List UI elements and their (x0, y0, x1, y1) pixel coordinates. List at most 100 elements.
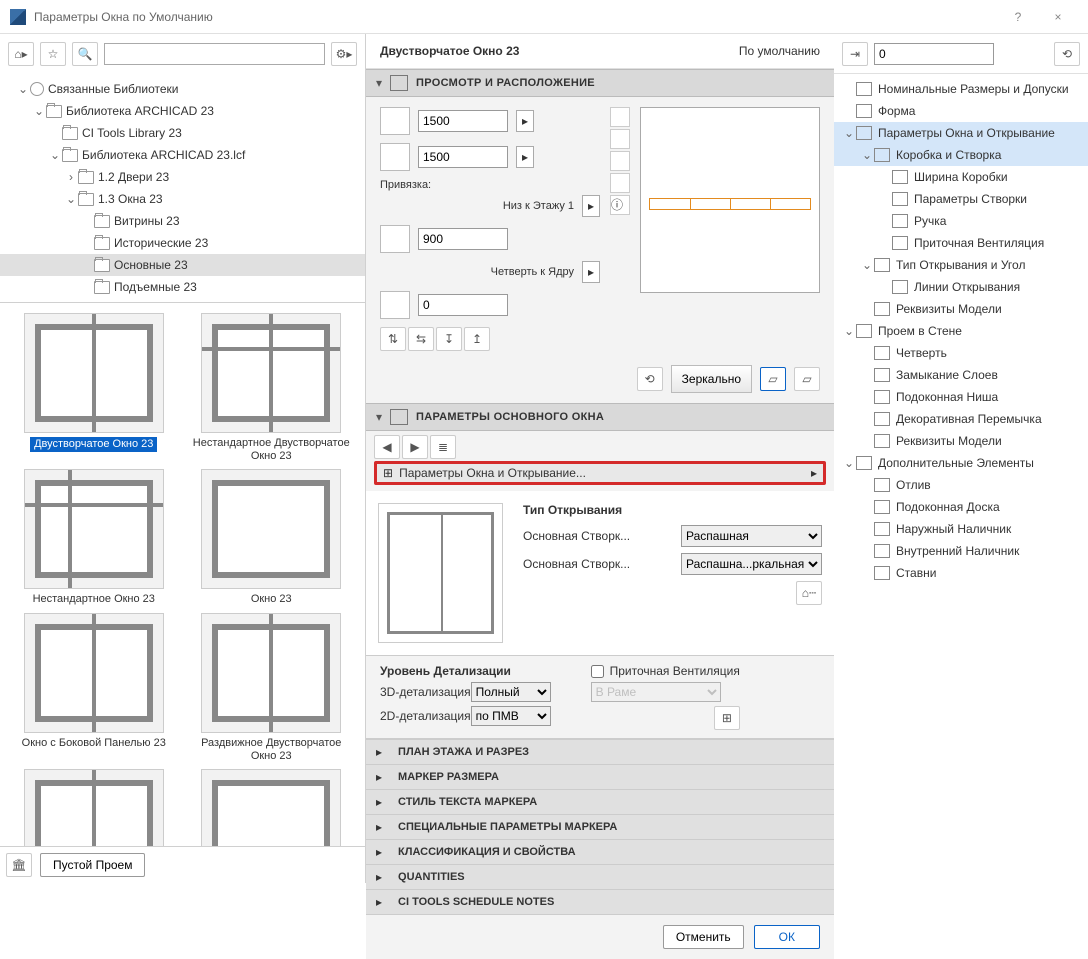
tree-twisty[interactable]: ⌄ (48, 148, 62, 162)
blank-opening-icon[interactable]: 🏛 (6, 853, 32, 877)
search-input[interactable] (104, 43, 325, 65)
param-row[interactable]: Ставни (834, 562, 1088, 584)
tree-twisty[interactable]: ⌄ (16, 82, 30, 96)
library-tree[interactable]: ⌄Связанные Библиотеки⌄Библиотека ARCHICA… (0, 74, 365, 303)
mirror-button[interactable]: Зеркально (671, 365, 752, 393)
vent-detail-button[interactable]: ⊞ (714, 706, 740, 730)
mirror-icon[interactable]: ⟲ (637, 367, 663, 391)
axon-button-1[interactable]: ▱ (760, 367, 786, 391)
parameter-tree[interactable]: Номинальные Размеры и ДопускиФорма⌄Парам… (834, 74, 1088, 883)
param-row[interactable]: Подоконная Доска (834, 496, 1088, 518)
thumbnail-panel[interactable]: Двустворчатое Окно 23Нестандартное Двуст… (0, 303, 365, 846)
param-row[interactable]: ⌄Тип Открывания и Угол (834, 254, 1088, 276)
cancel-button[interactable]: Отменить (663, 925, 744, 949)
blank-opening-button[interactable]: Пустой Проем (40, 853, 145, 877)
param-row[interactable]: Подоконная Ниша (834, 386, 1088, 408)
anchor-mode-button[interactable]: ▸ (582, 195, 600, 217)
flip-icon-4[interactable]: ↥ (464, 327, 490, 351)
tree-twisty[interactable]: ⌄ (64, 192, 78, 206)
flip-icon-1[interactable]: ⇅ (380, 327, 406, 351)
param-row[interactable]: Параметры Створки (834, 188, 1088, 210)
reveal-input[interactable] (418, 294, 508, 316)
width-input[interactable] (418, 110, 508, 132)
param-row[interactable]: Четверть (834, 342, 1088, 364)
thumbnail-cell[interactable]: Нестандартное Двустворчатое Окно 23 (188, 313, 356, 463)
help-button[interactable]: ? (998, 0, 1038, 34)
collapsed-section-head[interactable]: ▸МАРКЕР РАЗМЕРА (366, 764, 834, 789)
preview-mode-2[interactable] (610, 129, 630, 149)
flip-icon-3[interactable]: ↧ (436, 327, 462, 351)
param-row[interactable]: Реквизиты Модели (834, 298, 1088, 320)
tree-twisty[interactable]: ⌄ (842, 126, 856, 140)
thumbnail-cell[interactable]: Нестандартное Окно 23 (10, 469, 178, 606)
nav-fwd-button[interactable]: ▶ (402, 435, 428, 459)
thumbnail-cell[interactable]: Раздвижное Двустворчатое Окно 23 (188, 613, 356, 763)
param-row[interactable]: ⌄Параметры Окна и Открывание (834, 122, 1088, 144)
right-num-input[interactable] (874, 43, 994, 65)
close-button[interactable]: × (1038, 0, 1078, 34)
vent-checkbox-row[interactable]: Приточная Вентиляция (591, 664, 740, 678)
param-row[interactable]: Декоративная Перемычка (834, 408, 1088, 430)
library-tree-row[interactable]: ⌄1.3 Окна 23 (0, 188, 365, 210)
right-mirror-icon[interactable]: ⟲ (1054, 42, 1080, 66)
library-tree-row[interactable]: Витрины 23 (0, 210, 365, 232)
collapsed-section-head[interactable]: ▸ПЛАН ЭТАЖА И РАЗРЕЗ (366, 739, 834, 764)
preview-mode-4[interactable] (610, 173, 630, 193)
reveal-mode-button[interactable]: ▸ (582, 261, 600, 283)
thumbnail-cell[interactable]: Окно 23 (188, 469, 356, 606)
library-tree-row[interactable]: Подъемные 23 (0, 276, 365, 298)
param-row[interactable]: Ручка (834, 210, 1088, 232)
default-link[interactable]: По умолчанию (739, 44, 820, 58)
thumbnail-cell[interactable] (188, 769, 356, 846)
thumbnail-cell[interactable]: Окно с Боковой Панелью 23 (10, 613, 178, 763)
nav-list-button[interactable]: ≣ (430, 435, 456, 459)
param-row[interactable]: ⌄Коробка и Створка (834, 144, 1088, 166)
tree-twisty[interactable]: ⌄ (842, 456, 856, 470)
param-row[interactable]: Замыкание Слоев (834, 364, 1088, 386)
library-tree-row[interactable]: ⌄Связанные Библиотеки (0, 78, 365, 100)
library-tree-row[interactable]: ⌄Библиотека ARCHICAD 23.lcf (0, 144, 365, 166)
vent-checkbox[interactable] (591, 665, 604, 678)
ok-button[interactable]: ОК (754, 925, 820, 949)
axon-button-2[interactable]: ▱ (794, 367, 820, 391)
param-row[interactable]: Форма (834, 100, 1088, 122)
opening-diagram-button[interactable]: ⌂┄ (796, 581, 822, 605)
tree-twisty[interactable]: ⌄ (860, 148, 874, 162)
height-more-button[interactable]: ▸ (516, 146, 534, 168)
sill-input[interactable] (418, 228, 508, 250)
param-row[interactable]: Номинальные Размеры и Допуски (834, 78, 1088, 100)
tree-twisty[interactable]: ⌄ (842, 324, 856, 338)
collapsed-section-head[interactable]: ▸СТИЛЬ ТЕКСТА МАРКЕРА (366, 789, 834, 814)
param-row[interactable]: Наружный Наличник (834, 518, 1088, 540)
library-tree-row[interactable]: ›1.2 Двери 23 (0, 166, 365, 188)
thumbnail-cell[interactable] (10, 769, 178, 846)
right-anchor-icon[interactable]: ⇥ (842, 42, 868, 66)
section-preview-head[interactable]: ▾ ПРОСМОТР И РАСПОЛОЖЕНИЕ (366, 69, 834, 97)
param-row[interactable]: Линии Открывания (834, 276, 1088, 298)
collapsed-section-head[interactable]: ▸СПЕЦИАЛЬНЫЕ ПАРАМЕТРЫ МАРКЕРА (366, 814, 834, 839)
library-tree-row[interactable]: Основные 23 (0, 254, 365, 276)
height-input[interactable] (418, 146, 508, 168)
sash1-select[interactable]: Распашная (681, 525, 822, 547)
param-row[interactable]: Внутренний Наличник (834, 540, 1088, 562)
param-row[interactable]: ⌄Проем в Стене (834, 320, 1088, 342)
flip-icon-2[interactable]: ⇆ (408, 327, 434, 351)
param-row[interactable]: ⌄Дополнительные Элементы (834, 452, 1088, 474)
collapsed-section-head[interactable]: ▸КЛАССИФИКАЦИЯ И СВОЙСТВА (366, 839, 834, 864)
library-tree-row[interactable]: ⌄Библиотека ARCHICAD 23 (0, 100, 365, 122)
nav-back-button[interactable]: ◀ (374, 435, 400, 459)
library-tree-row[interactable]: CI Tools Library 23 (0, 122, 365, 144)
section-main-head[interactable]: ▾ ПАРАМЕТРЫ ОСНОВНОГО ОКНА (366, 403, 834, 431)
thumbnail-cell[interactable]: Двустворчатое Окно 23 (10, 313, 178, 463)
tree-twisty[interactable]: ⌄ (32, 104, 46, 118)
preview-mode-1[interactable] (610, 107, 630, 127)
tree-twisty[interactable]: ⌄ (860, 258, 874, 272)
search-icon[interactable]: 🔍 (72, 42, 98, 66)
width-more-button[interactable]: ▸ (516, 110, 534, 132)
sub-path-selector[interactable]: ⊞ Параметры Окна и Открывание... ▸ (374, 461, 826, 485)
detail-3d-select[interactable]: Полный (471, 682, 551, 702)
param-row[interactable]: Приточная Вентиляция (834, 232, 1088, 254)
param-row[interactable]: Реквизиты Модели (834, 430, 1088, 452)
collapsed-section-head[interactable]: ▸QUANTITIES (366, 864, 834, 889)
sash2-select[interactable]: Распашна...ркальная (681, 553, 822, 575)
